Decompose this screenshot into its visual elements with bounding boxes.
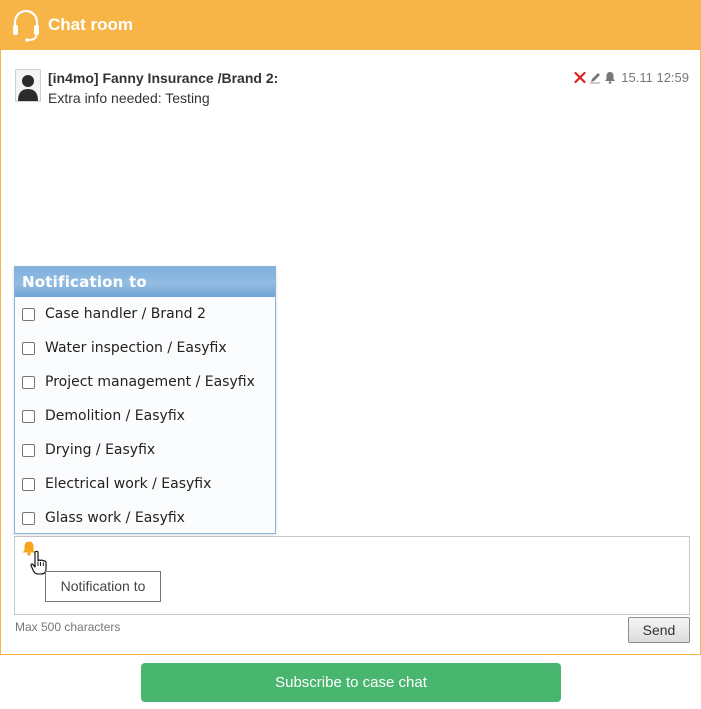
notification-option-label: Glass work / Easyfix	[45, 510, 185, 526]
notification-option[interactable]: Drying / Easyfix	[15, 433, 275, 467]
checkbox[interactable]	[22, 307, 35, 321]
notification-option-label: Drying / Easyfix	[45, 442, 156, 458]
tooltip: Notification to	[45, 571, 161, 602]
notification-option[interactable]: Case handler / Brand 2	[15, 297, 275, 331]
compose-toolbar	[14, 536, 690, 558]
headset-icon	[13, 9, 39, 42]
delete-icon[interactable]	[574, 71, 586, 84]
notification-options: Case handler / Brand 2 Water inspection …	[15, 297, 275, 535]
notification-popup: Notification to Case handler / Brand 2 W…	[14, 266, 276, 534]
message-author: [in4mo] Fanny Insurance /Brand 2:	[48, 70, 279, 86]
message-timestamp: 15.11 12:59	[621, 69, 689, 85]
notification-option-label: Electrical work / Easyfix	[45, 476, 212, 492]
max-characters-hint: Max 500 characters	[15, 620, 121, 634]
notification-option-label: Project management / Easyfix	[45, 374, 255, 390]
checkbox[interactable]	[22, 375, 35, 389]
avatar	[15, 69, 41, 102]
checkbox[interactable]	[22, 443, 35, 457]
checkbox[interactable]	[22, 409, 35, 423]
checkbox[interactable]	[22, 341, 35, 355]
page-title: Chat room	[48, 15, 133, 34]
notification-option[interactable]: Demolition / Easyfix	[15, 399, 275, 433]
notification-option-label: Demolition / Easyfix	[45, 408, 185, 424]
notification-option[interactable]: Glass work / Easyfix	[15, 501, 275, 535]
chat-header: Chat room	[0, 0, 701, 50]
send-button[interactable]: Send	[628, 617, 690, 643]
edit-icon[interactable]	[589, 71, 601, 84]
user-silhouette-icon	[18, 75, 38, 101]
chat-message: [in4mo] Fanny Insurance /Brand 2: Extra …	[15, 69, 689, 109]
checkbox[interactable]	[22, 477, 35, 491]
notification-option[interactable]: Project management / Easyfix	[15, 365, 275, 399]
message-meta: 15.11 12:59	[574, 69, 689, 85]
notification-popup-title: Notification to	[15, 267, 275, 297]
checkbox[interactable]	[22, 511, 35, 525]
subscribe-button[interactable]: Subscribe to case chat	[141, 663, 561, 702]
notification-option[interactable]: Water inspection / Easyfix	[15, 331, 275, 365]
notification-option-label: Water inspection / Easyfix	[45, 340, 227, 356]
chat-panel: Chat room [in4mo] Fanny Insurance /Brand…	[0, 0, 701, 655]
notification-option-label: Case handler / Brand 2	[45, 306, 206, 322]
bell-icon[interactable]	[604, 71, 616, 84]
message-text: Extra info needed: Testing	[48, 90, 210, 106]
notification-option[interactable]: Electrical work / Easyfix	[15, 467, 275, 501]
